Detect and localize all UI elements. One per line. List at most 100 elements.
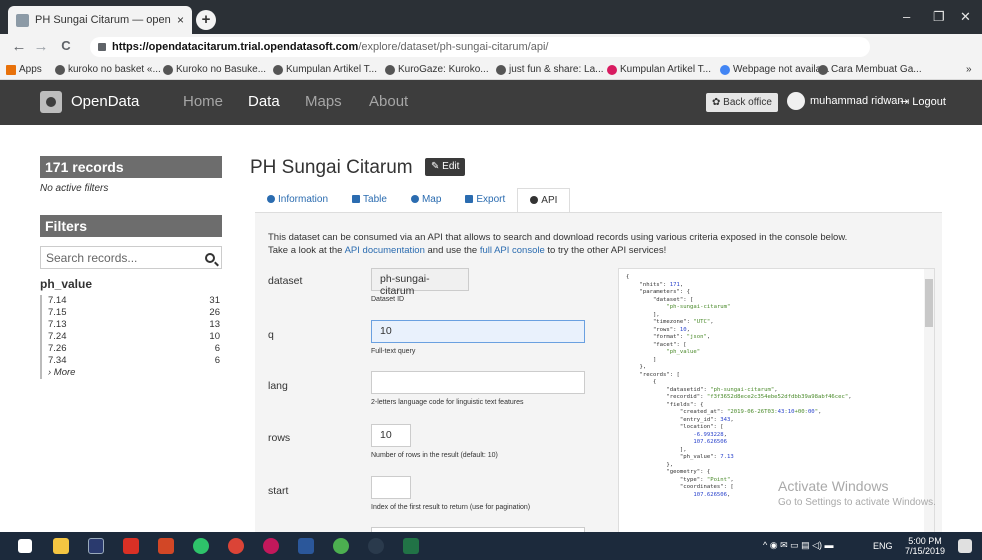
search-records-field[interactable] (40, 246, 222, 269)
taskbar-clock[interactable]: 5:00 PM 7/15/2019 (905, 536, 945, 556)
file-explorer-icon[interactable] (53, 538, 69, 554)
tab-api[interactable]: API (517, 188, 571, 212)
bookmark-item[interactable]: just fun & share: La... (496, 64, 604, 75)
lang-field[interactable] (371, 371, 585, 394)
bookmark-item[interactable]: Kuroko no Basuke... (163, 64, 266, 75)
close-window-button[interactable]: ✕ (960, 9, 971, 25)
records-count-heading: 171 records (40, 156, 222, 178)
facet-title[interactable]: ph_value (40, 277, 92, 291)
windows-start-icon[interactable] (18, 539, 32, 553)
facet-more-link[interactable]: › More (42, 367, 222, 379)
nav-about[interactable]: About (369, 93, 408, 110)
logout-link[interactable]: ⇥ Logout (900, 95, 946, 108)
chrome-icon[interactable] (228, 538, 244, 554)
search-icon[interactable] (205, 253, 215, 263)
language-indicator[interactable]: ENG (873, 541, 893, 551)
facet-item[interactable]: 7.34 6 (42, 355, 222, 367)
no-active-filters-text: No active filters (40, 183, 109, 194)
acrobat-icon[interactable] (123, 538, 139, 554)
search-input[interactable] (46, 251, 196, 265)
bookmark-apps[interactable]: Apps (6, 64, 42, 75)
app-icon[interactable] (263, 538, 279, 554)
facet-item[interactable]: 7.24 10 (42, 331, 222, 343)
nav-maps[interactable]: Maps (305, 93, 342, 110)
opendata-logo-icon[interactable] (40, 91, 62, 113)
param-help-start: Index of the first result to return (use… (371, 504, 531, 511)
nav-home[interactable]: Home (183, 93, 223, 110)
notifications-icon[interactable] (958, 539, 972, 553)
maximize-button[interactable]: ❐ (933, 9, 945, 25)
username[interactable]: muhammad ridwan (810, 95, 904, 107)
bookmark-item[interactable]: KuroGaze: Kuroko... (385, 64, 489, 75)
filters-heading: Filters (40, 215, 222, 237)
url-path: /explore/dataset/ph-sungai-citarum/api/ (358, 41, 549, 53)
browser-tab[interactable]: PH Sungai Citarum — opendatac × (8, 6, 192, 34)
bookmark-item[interactable]: Webpage not availa... (720, 64, 830, 75)
page-title: PH Sungai Citarum (250, 157, 413, 178)
google-icon (720, 64, 730, 75)
facet-item[interactable]: 7.15 26 (42, 307, 222, 319)
system-tray[interactable]: ^ ◉ ✉ ▭ ▤ ◁) ▬ (763, 540, 834, 551)
query-field[interactable]: 10 (371, 320, 585, 343)
dataset-tabs: Information Table Map Export API (255, 188, 571, 212)
facet-item[interactable]: 7.14 31 (42, 295, 222, 307)
facet-item[interactable]: 7.13 13 (42, 319, 222, 331)
globe-icon (410, 195, 419, 203)
nav-data[interactable]: Data (248, 93, 280, 110)
tab-export[interactable]: Export (453, 188, 517, 212)
globe-icon (55, 64, 65, 75)
bookmark-item[interactable]: Cara Membuat Ga... (818, 64, 922, 75)
rows-field[interactable]: 10 (371, 424, 411, 447)
tab-table[interactable]: Table (340, 188, 399, 212)
forward-button[interactable]: → (30, 38, 52, 55)
browser-tab-strip: PH Sungai Citarum — opendatac × + – ❐ ✕ (0, 0, 982, 34)
info-icon (267, 195, 275, 203)
tab-close-button[interactable]: × (177, 13, 184, 27)
windows-taskbar: ^ ◉ ✉ ▭ ▤ ◁) ▬ ENG 5:00 PM 7/15/2019 (0, 532, 982, 560)
param-help-rows: Number of rows in the result (default: 1… (371, 452, 498, 459)
bookmarks-overflow-button[interactable]: » (966, 64, 972, 75)
fox-app-icon[interactable] (368, 538, 384, 554)
param-help-q: Full-text query (371, 348, 416, 355)
back-office-button[interactable]: ✿ Back office (706, 93, 778, 112)
reload-button[interactable]: C (55, 38, 77, 53)
back-button[interactable]: ← (8, 38, 30, 55)
dataset-field[interactable]: ph-sungai-citarum (371, 268, 469, 297)
param-label-start: start (268, 485, 289, 497)
param-label-q: q (268, 329, 274, 341)
minimize-button[interactable]: – (903, 9, 910, 24)
start-field[interactable] (371, 476, 411, 499)
line-icon[interactable] (193, 538, 209, 554)
bookmark-item[interactable]: kuroko no basket «... (55, 64, 161, 75)
photoshop-icon[interactable] (88, 538, 104, 554)
address-bar[interactable]: https://opendatacitarum.trial.opendataso… (90, 37, 870, 57)
new-tab-button[interactable]: + (196, 10, 216, 30)
tab-map[interactable]: Map (399, 188, 453, 212)
brand-name[interactable]: OpenData (71, 93, 139, 110)
edit-button[interactable]: ✎ Edit (425, 158, 466, 176)
scrollbar-thumb[interactable] (925, 279, 933, 327)
lock-icon (98, 43, 106, 51)
param-label-dataset: dataset (268, 275, 303, 287)
gears-icon (530, 196, 539, 204)
table-icon (352, 195, 361, 203)
globe-icon (163, 64, 173, 75)
api-documentation-link[interactable]: API documentation (345, 245, 425, 256)
powerpoint-icon[interactable] (158, 538, 174, 554)
bookmarks-bar: Apps kuroko no basket «... Kuroko no Bas… (0, 60, 982, 80)
excel-icon[interactable] (403, 538, 419, 554)
facet-item[interactable]: 7.26 6 (42, 343, 222, 355)
full-api-console-link[interactable]: full API console (480, 245, 545, 256)
bookmark-item[interactable]: Kumpulan Artikel T... (607, 64, 711, 75)
favicon-icon (16, 13, 29, 27)
param-help-lang: 2-letters language code for linguistic t… (371, 399, 524, 406)
activate-windows-watermark: Activate Windows Go to Settings to activ… (778, 478, 936, 508)
word-icon[interactable] (298, 538, 314, 554)
facet-list: 7.14 31 7.15 26 7.13 13 7.24 10 7.26 6 7.34 6 … (40, 295, 222, 379)
tab-information[interactable]: Information (255, 188, 340, 212)
chrome-alt-icon[interactable] (333, 538, 349, 554)
browser-toolbar: ← → C https://opendatacitarum.trial.open… (0, 34, 982, 88)
avatar[interactable] (787, 92, 805, 110)
bookmark-item[interactable]: Kumpulan Artikel T... (273, 64, 377, 75)
param-label-lang: lang (268, 380, 288, 392)
